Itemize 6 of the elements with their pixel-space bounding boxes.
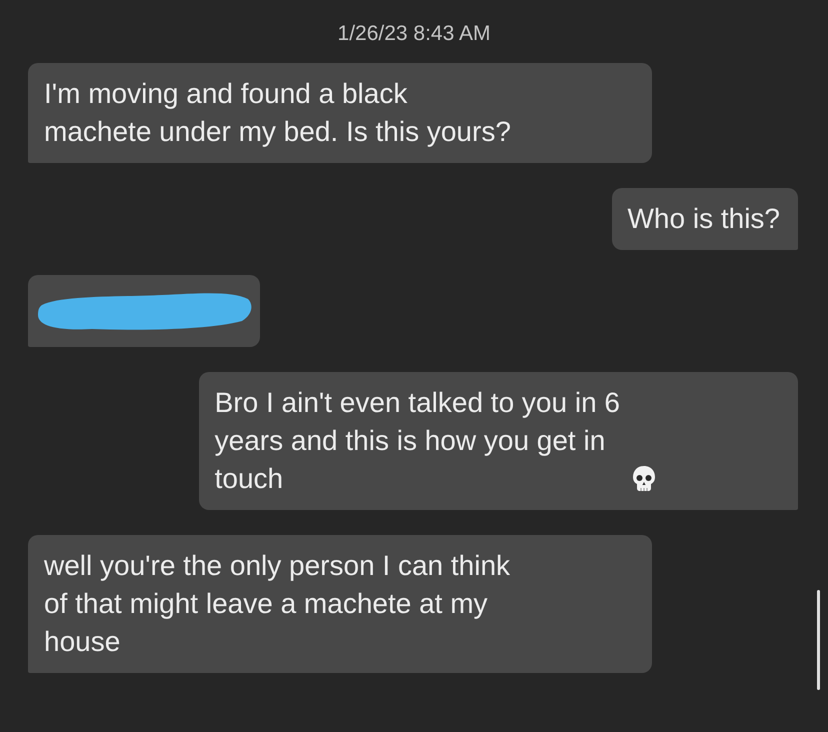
message-text: Bro I ain't even talked to you in 6 years and this is how you get in touch xyxy=(214,386,620,496)
message-text: I'm moving and found a black machete under my bed. Is this yours? xyxy=(44,77,511,149)
message-text: well you're the only person I can think of that might leave a machete at my house xyxy=(44,549,510,659)
message-timestamp: 1/26/23 8:43 AM xyxy=(336,22,492,46)
message-text: Who is this? xyxy=(628,202,780,236)
scroll-bar[interactable] xyxy=(817,590,820,690)
